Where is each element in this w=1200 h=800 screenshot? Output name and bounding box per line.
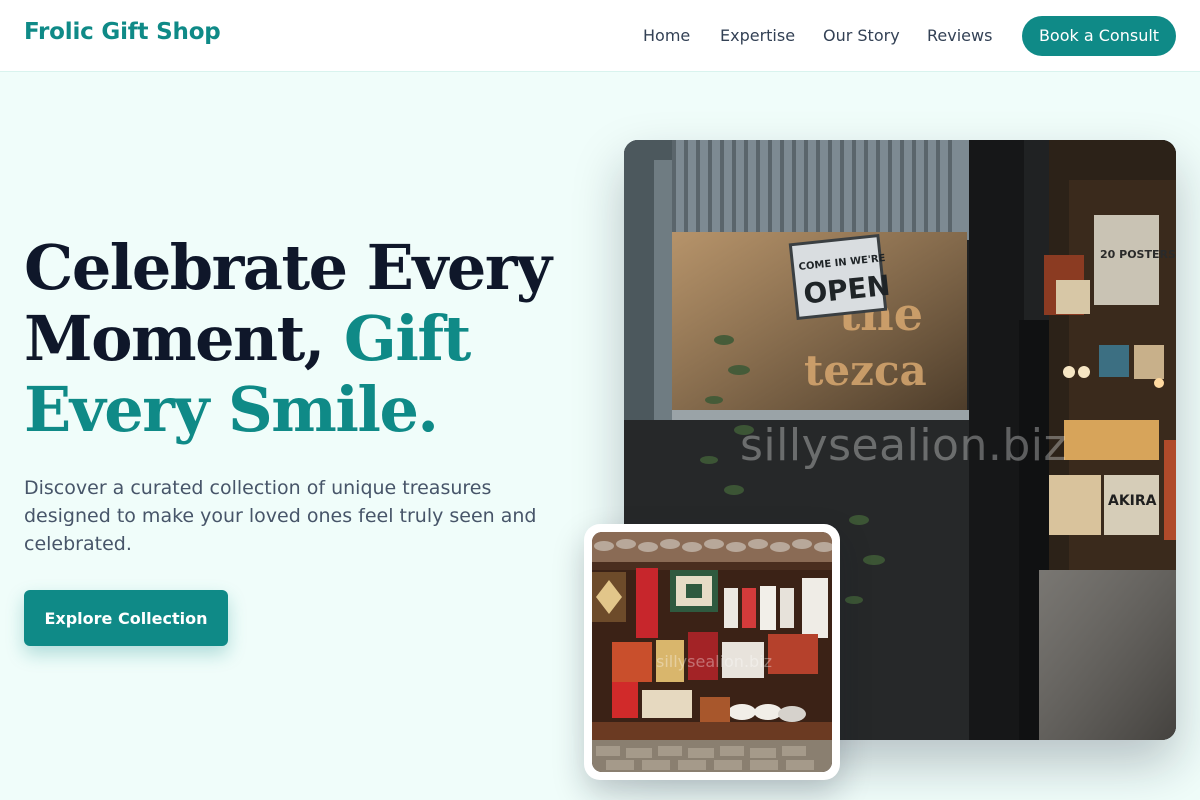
book-text: AKIRA bbox=[1108, 493, 1157, 509]
book-consult-button[interactable]: Book a Consult bbox=[1022, 16, 1176, 56]
nav-link-home[interactable]: Home bbox=[643, 26, 690, 45]
page: Frolic Gift Shop Home Expertise Our Stor… bbox=[0, 0, 1200, 800]
svg-text:tezca: tezca bbox=[804, 346, 927, 395]
market-stall-illustration bbox=[592, 532, 832, 772]
hero-subtitle: Discover a curated collection of unique … bbox=[24, 477, 537, 555]
nav-link-our-story[interactable]: Our Story bbox=[823, 26, 900, 45]
market-stall-photo-card: sillysealion.biz bbox=[584, 524, 840, 780]
site-header: Frolic Gift Shop Home Expertise Our Stor… bbox=[0, 0, 1200, 72]
hero-title-line2-accent: Gift bbox=[343, 302, 471, 375]
poster-text: 20 POSTERS bbox=[1100, 248, 1176, 261]
hero-title-line3-accent: Every Smile. bbox=[24, 373, 439, 446]
hero-title-line2-dark: Moment, bbox=[24, 302, 344, 375]
hero-title-line1: Celebrate Every bbox=[24, 231, 552, 304]
market-stall-photo: sillysealion.biz bbox=[592, 532, 832, 772]
hero-title: Celebrate Every Moment, Gift Every Smile. bbox=[24, 232, 584, 445]
nav-link-expertise[interactable]: Expertise bbox=[720, 26, 795, 45]
explore-collection-button[interactable]: Explore Collection bbox=[24, 590, 228, 646]
brand-logo[interactable]: Frolic Gift Shop bbox=[24, 19, 221, 45]
nav-link-reviews[interactable]: Reviews bbox=[927, 26, 992, 45]
